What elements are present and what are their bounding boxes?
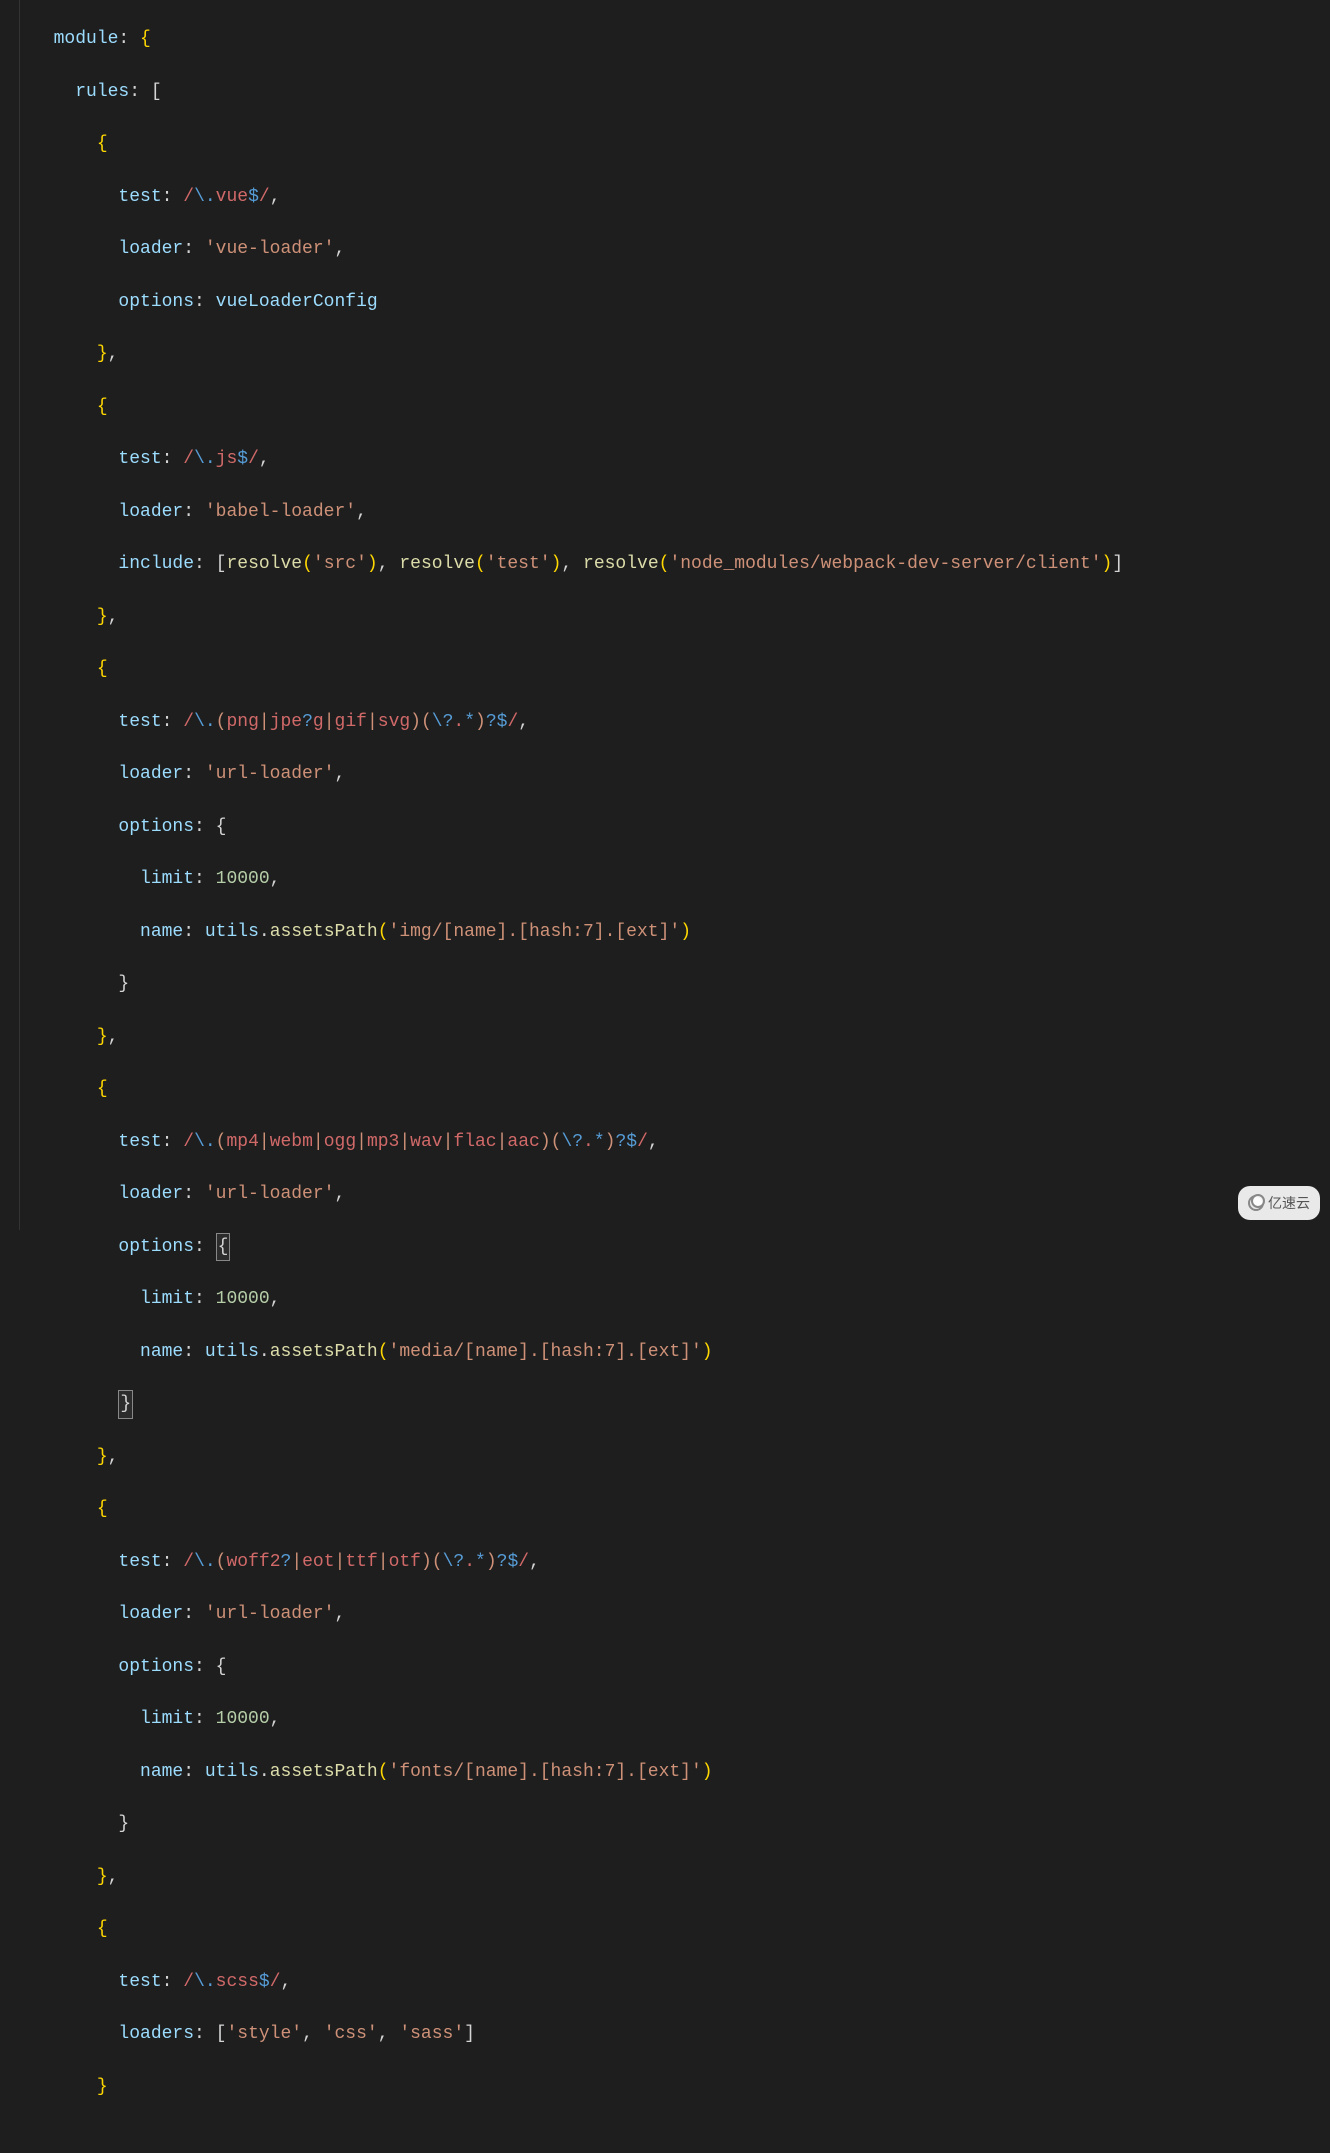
code-line[interactable]: test: /\.(woff2?|eot|ttf|otf)(\?.*)?$/,	[32, 1549, 1330, 1575]
property-key: loader	[118, 1181, 183, 1207]
property-key: name	[140, 1759, 183, 1785]
property-key: rules	[75, 79, 129, 105]
watermark-icon	[1248, 1195, 1264, 1211]
property-key: loader	[118, 761, 183, 787]
code-line[interactable]: },	[32, 341, 1330, 367]
property-key: loader	[118, 499, 183, 525]
code-line[interactable]: {	[32, 394, 1330, 420]
property-key: test	[118, 1549, 161, 1575]
bracket-highlight: }	[118, 1390, 133, 1418]
property-key: test	[118, 446, 161, 472]
code-line[interactable]: test: /\.(png|jpe?g|gif|svg)(\?.*)?$/,	[32, 709, 1330, 735]
property-key: options	[118, 1654, 194, 1680]
property-key: module	[54, 26, 119, 52]
code-line[interactable]: test: /\.js$/,	[32, 446, 1330, 472]
property-key: name	[140, 1339, 183, 1365]
code-line[interactable]: loader: 'babel-loader',	[32, 499, 1330, 525]
code-line[interactable]: loaders: ['style', 'css', 'sass']	[32, 2021, 1330, 2047]
bracket-highlight: {	[216, 1233, 231, 1261]
property-key: test	[118, 1129, 161, 1155]
code-line[interactable]: {	[32, 1496, 1330, 1522]
code-line[interactable]: {	[32, 656, 1330, 682]
code-line[interactable]: rules: [	[32, 79, 1330, 105]
property-key: test	[118, 709, 161, 735]
property-key: include	[118, 551, 194, 577]
line-gutter	[0, 0, 20, 1230]
code-line[interactable]: test: /\.scss$/,	[32, 1969, 1330, 1995]
code-line[interactable]: }	[32, 1391, 1330, 1417]
property-key: options	[118, 814, 194, 840]
code-line[interactable]: test: /\.(mp4|webm|ogg|mp3|wav|flac|aac)…	[32, 1129, 1330, 1155]
code-line[interactable]: limit: 10000,	[32, 1286, 1330, 1312]
code-line[interactable]: limit: 10000,	[32, 1706, 1330, 1732]
code-line[interactable]: options: {	[32, 814, 1330, 840]
property-key: test	[118, 184, 161, 210]
code-line[interactable]: {	[32, 131, 1330, 157]
property-key: limit	[140, 1706, 194, 1732]
property-key: limit	[140, 1286, 194, 1312]
code-content[interactable]: module: { rules: [ { test: /\.vue$/, loa…	[32, 0, 1330, 1230]
code-line[interactable]: loader: 'vue-loader',	[32, 236, 1330, 262]
code-line[interactable]: options: {	[32, 1234, 1330, 1260]
code-line[interactable]: },	[32, 1024, 1330, 1050]
watermark: 亿速云	[1238, 1186, 1320, 1220]
code-line[interactable]: options: vueLoaderConfig	[32, 289, 1330, 315]
property-key: loader	[118, 236, 183, 262]
code-line[interactable]: limit: 10000,	[32, 866, 1330, 892]
property-key: options	[118, 1234, 194, 1260]
code-line[interactable]: name: utils.assetsPath('img/[name].[hash…	[32, 919, 1330, 945]
code-line[interactable]: }	[32, 2074, 1330, 2100]
code-line[interactable]: name: utils.assetsPath('fonts/[name].[ha…	[32, 1759, 1330, 1785]
code-line[interactable]: },	[32, 1864, 1330, 1890]
code-line[interactable]: }	[32, 1811, 1330, 1837]
code-line[interactable]: include: [resolve('src'), resolve('test'…	[32, 551, 1330, 577]
code-line[interactable]: test: /\.vue$/,	[32, 184, 1330, 210]
property-key: loaders	[118, 2021, 194, 2047]
code-line[interactable]: loader: 'url-loader',	[32, 761, 1330, 787]
code-line[interactable]: },	[32, 604, 1330, 630]
code-line[interactable]: loader: 'url-loader',	[32, 1181, 1330, 1207]
fold-gutter	[20, 0, 32, 1230]
watermark-text: 亿速云	[1268, 1190, 1310, 1216]
code-line[interactable]: {	[32, 1076, 1330, 1102]
code-line[interactable]: name: utils.assetsPath('media/[name].[ha…	[32, 1339, 1330, 1365]
property-key: name	[140, 919, 183, 945]
code-line[interactable]: }	[32, 971, 1330, 997]
property-key: limit	[140, 866, 194, 892]
property-key: loader	[118, 1601, 183, 1627]
code-line[interactable]: },	[32, 1444, 1330, 1470]
code-line[interactable]: {	[32, 1916, 1330, 1942]
code-line[interactable]: loader: 'url-loader',	[32, 1601, 1330, 1627]
property-key: options	[118, 289, 194, 315]
code-editor[interactable]: module: { rules: [ { test: /\.vue$/, loa…	[0, 0, 1330, 1230]
property-key: test	[118, 1969, 161, 1995]
code-line[interactable]: options: {	[32, 1654, 1330, 1680]
code-line[interactable]: module: {	[32, 26, 1330, 52]
